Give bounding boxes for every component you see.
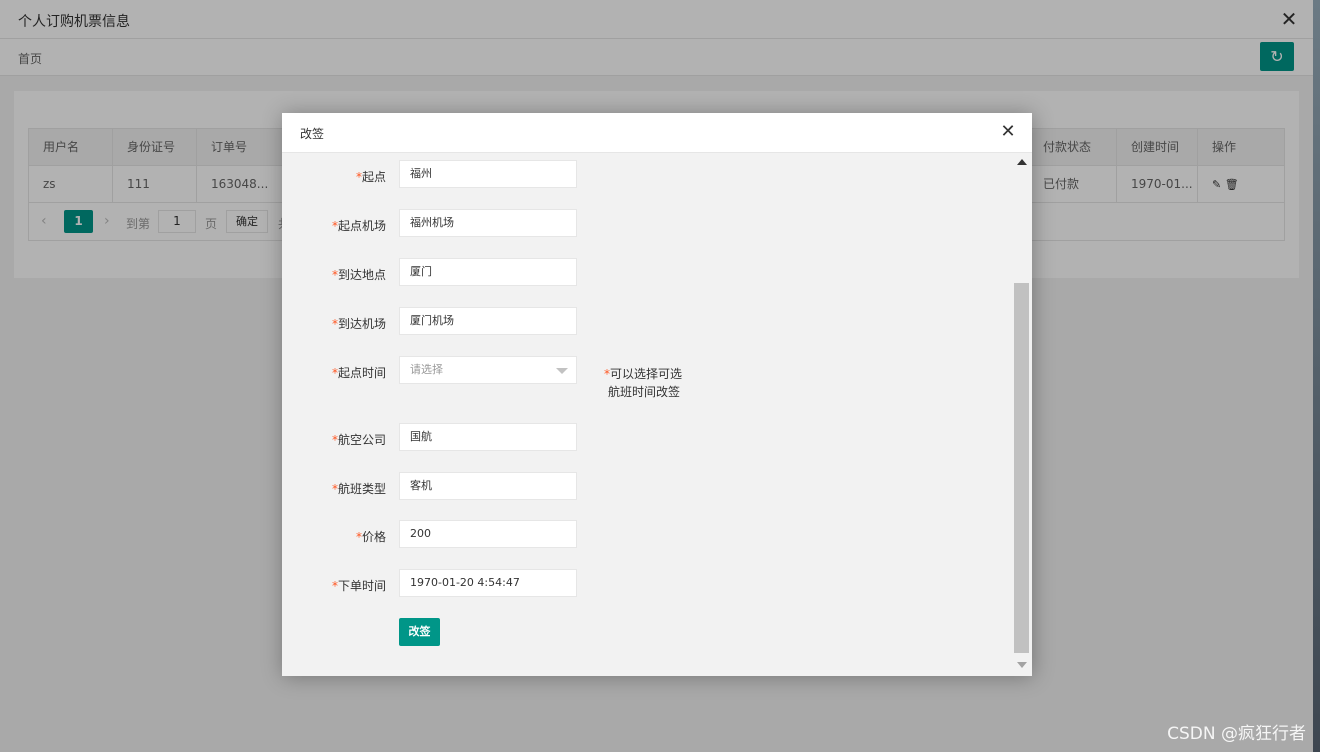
destination-label: *到达地点 bbox=[331, 268, 386, 282]
chevron-down-icon bbox=[556, 368, 568, 374]
form-row-departure-time: *起点时间 请选择 *可以选择可选 航班时间改签 bbox=[282, 356, 982, 406]
departure-time-select[interactable]: 请选择 bbox=[399, 356, 577, 384]
dialog-title: 改签 bbox=[300, 127, 325, 141]
form-row-origin-airport: *起点机场 福州机场 bbox=[282, 209, 982, 237]
dialog-scrollbar[interactable] bbox=[1012, 153, 1032, 676]
departure-time-placeholder: 请选择 bbox=[410, 363, 443, 376]
origin-label: *起点 bbox=[355, 170, 386, 184]
origin-airport-input[interactable]: 福州机场 bbox=[399, 209, 577, 237]
origin-airport-label: *起点机场 bbox=[331, 219, 386, 233]
form-row-price: *价格 200 bbox=[282, 520, 982, 548]
form-row-airline: *航空公司 国航 bbox=[282, 423, 982, 451]
scroll-up-icon[interactable] bbox=[1017, 159, 1027, 165]
dialog-header: 改签 ✕ bbox=[282, 113, 1032, 153]
flight-type-input[interactable]: 客机 bbox=[399, 472, 577, 500]
destination-airport-input[interactable]: 厦门机场 bbox=[399, 307, 577, 335]
airline-input[interactable]: 国航 bbox=[399, 423, 577, 451]
departure-time-label: *起点时间 bbox=[331, 366, 386, 380]
form-row-origin: *起点 福州 bbox=[282, 160, 982, 188]
scroll-down-icon[interactable] bbox=[1017, 662, 1027, 668]
airline-label: *航空公司 bbox=[331, 433, 386, 447]
destination-input[interactable]: 厦门 bbox=[399, 258, 577, 286]
form-row-destination: *到达地点 厦门 bbox=[282, 258, 982, 286]
form-row-order-time: *下单时间 1970-01-20 4:54:47 bbox=[282, 569, 982, 597]
origin-input[interactable]: 福州 bbox=[399, 160, 577, 188]
form-row-flight-type: *航班类型 客机 bbox=[282, 472, 982, 500]
price-input[interactable]: 200 bbox=[399, 520, 577, 548]
form-row-destination-airport: *到达机场 厦门机场 bbox=[282, 307, 982, 335]
destination-airport-label: *到达机场 bbox=[331, 317, 386, 331]
scroll-thumb[interactable] bbox=[1014, 283, 1029, 653]
price-label: *价格 bbox=[355, 530, 386, 544]
dialog-close-icon[interactable]: ✕ bbox=[998, 122, 1018, 142]
reschedule-hint: *可以选择可选 航班时间改签 bbox=[604, 367, 683, 399]
desktop-edge bbox=[1313, 0, 1320, 752]
order-time-input[interactable]: 1970-01-20 4:54:47 bbox=[399, 569, 577, 597]
watermark: CSDN @疯狂行者 bbox=[1167, 724, 1306, 744]
dialog-body: *起点 福州 *起点机场 福州机场 *到达地点 厦门 *到达机场 厦门机场 *起… bbox=[282, 153, 1012, 676]
reschedule-submit-button[interactable]: 改签 bbox=[399, 618, 440, 646]
order-time-label: *下单时间 bbox=[331, 579, 386, 593]
reschedule-dialog: 改签 ✕ *起点 福州 *起点机场 福州机场 *到达地点 厦门 *到达机场 厦门… bbox=[282, 113, 1032, 676]
flight-type-label: *航班类型 bbox=[331, 482, 386, 496]
